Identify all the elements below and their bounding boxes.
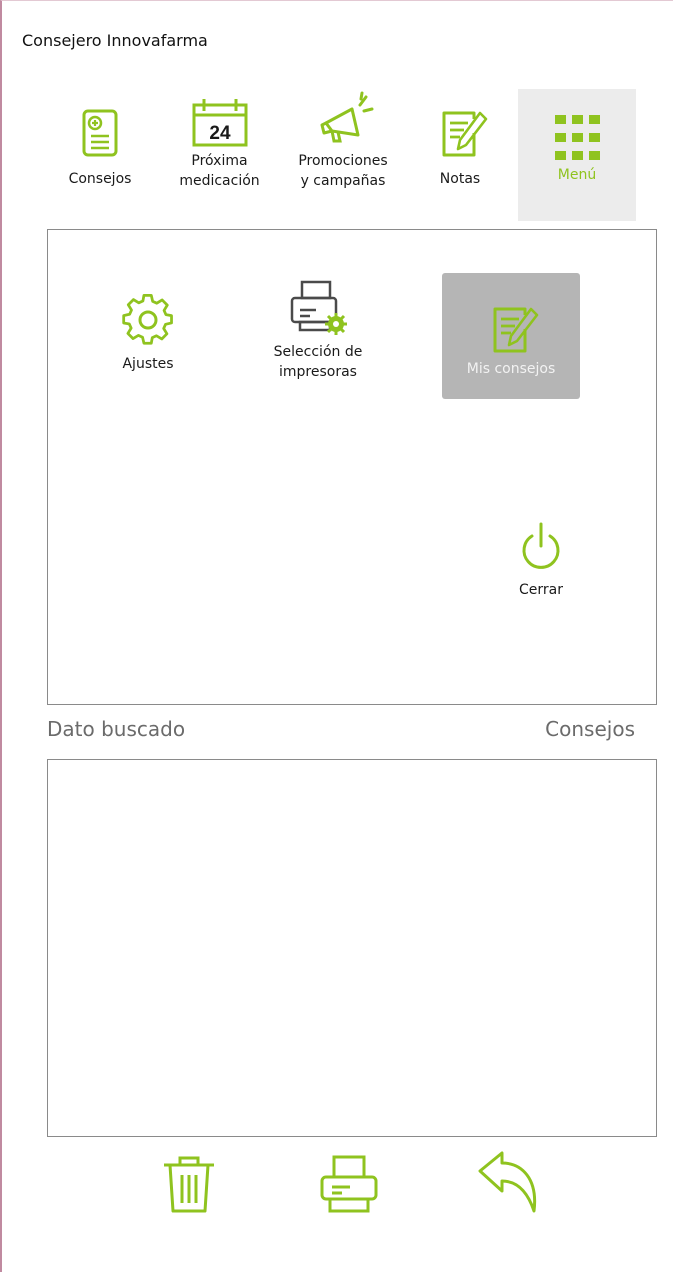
megaphone-icon [320, 91, 374, 143]
menu-item-cerrar[interactable]: Cerrar [498, 518, 584, 600]
calendar-day: 24 [209, 123, 231, 144]
undo-arrow-icon [478, 1151, 537, 1213]
tab-label: Notas [439, 171, 481, 187]
menu-item-label: Ajustes [122, 356, 174, 372]
tab-label: Consejos [68, 171, 132, 187]
tab-menu[interactable]: Menú [518, 89, 636, 221]
delete-button[interactable] [160, 1153, 218, 1219]
menu-item-impresoras[interactable]: Selección de impresoras [258, 278, 378, 382]
trash-icon [164, 1156, 214, 1213]
notes-pencil-icon [442, 111, 488, 157]
printer-icon [320, 1155, 378, 1213]
tab-notas[interactable]: Notas [420, 89, 500, 221]
tab-consejos[interactable]: Consejos [54, 89, 146, 221]
tab-label: Próxima medicación [179, 153, 260, 189]
tab-label: Promociones y campañas [298, 153, 388, 189]
print-button[interactable] [318, 1153, 380, 1219]
printer-settings-icon [290, 280, 347, 335]
menu-item-label: Cerrar [519, 582, 563, 598]
menu-item-mis-consejos[interactable]: Mis consejos [442, 273, 580, 399]
app-window: Consejero Innovafarma Consejos 24 Próxim… [0, 0, 673, 1272]
grid-menu-icon [555, 115, 600, 160]
calendar-icon: 24 [192, 99, 247, 147]
notes-pencil-icon [493, 307, 539, 353]
dato-buscado-label: Dato buscado [47, 717, 186, 741]
top-tab-bar: Consejos 24 Próxima medicación Promocion… [2, 1, 673, 231]
results-list[interactable] [47, 759, 657, 1137]
back-button[interactable] [476, 1149, 540, 1219]
menu-item-label: Selección de impresoras [273, 344, 363, 380]
gear-icon [122, 293, 173, 345]
document-plus-icon [82, 109, 118, 157]
power-icon [522, 522, 560, 569]
tab-proxima-medicacion[interactable]: 24 Próxima medicación [162, 89, 277, 221]
consejos-label: Consejos [545, 717, 635, 741]
tab-promociones[interactable]: Promociones y campañas [282, 89, 404, 221]
tab-label: Menú [557, 167, 597, 183]
menu-panel: Ajustes Selección de impresoras Mis cons… [47, 229, 657, 705]
menu-item-label: Mis consejos [466, 361, 556, 377]
menu-item-ajustes[interactable]: Ajustes [100, 292, 196, 374]
